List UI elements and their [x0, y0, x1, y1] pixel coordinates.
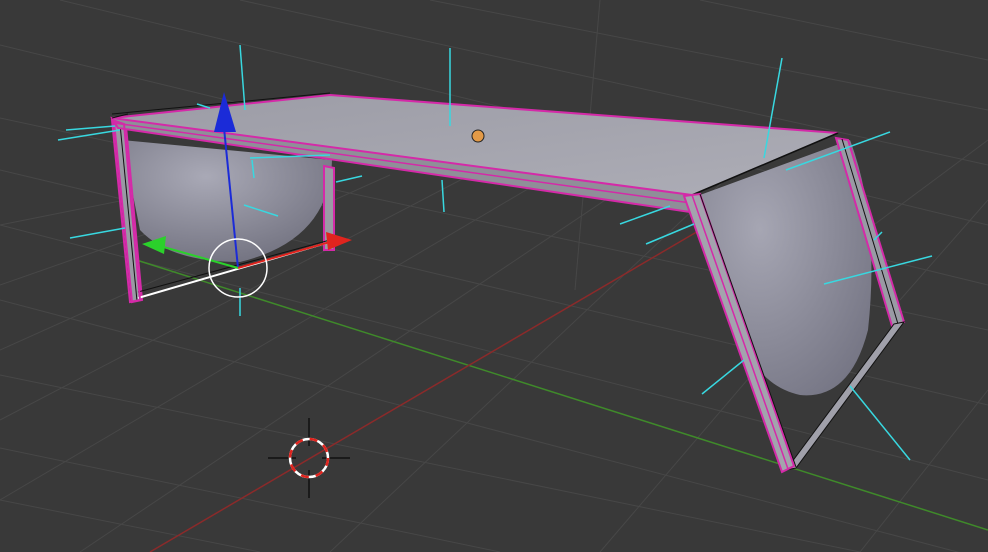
x-axis-line — [149, 229, 701, 552]
table-mesh[interactable] — [110, 92, 906, 474]
object-origin[interactable] — [471, 129, 485, 143]
3d-cursor[interactable] — [268, 418, 350, 498]
gizmo-x-arrow[interactable] — [326, 232, 352, 250]
3d-viewport[interactable] — [0, 0, 988, 552]
viewport-canvas[interactable] — [0, 0, 988, 552]
